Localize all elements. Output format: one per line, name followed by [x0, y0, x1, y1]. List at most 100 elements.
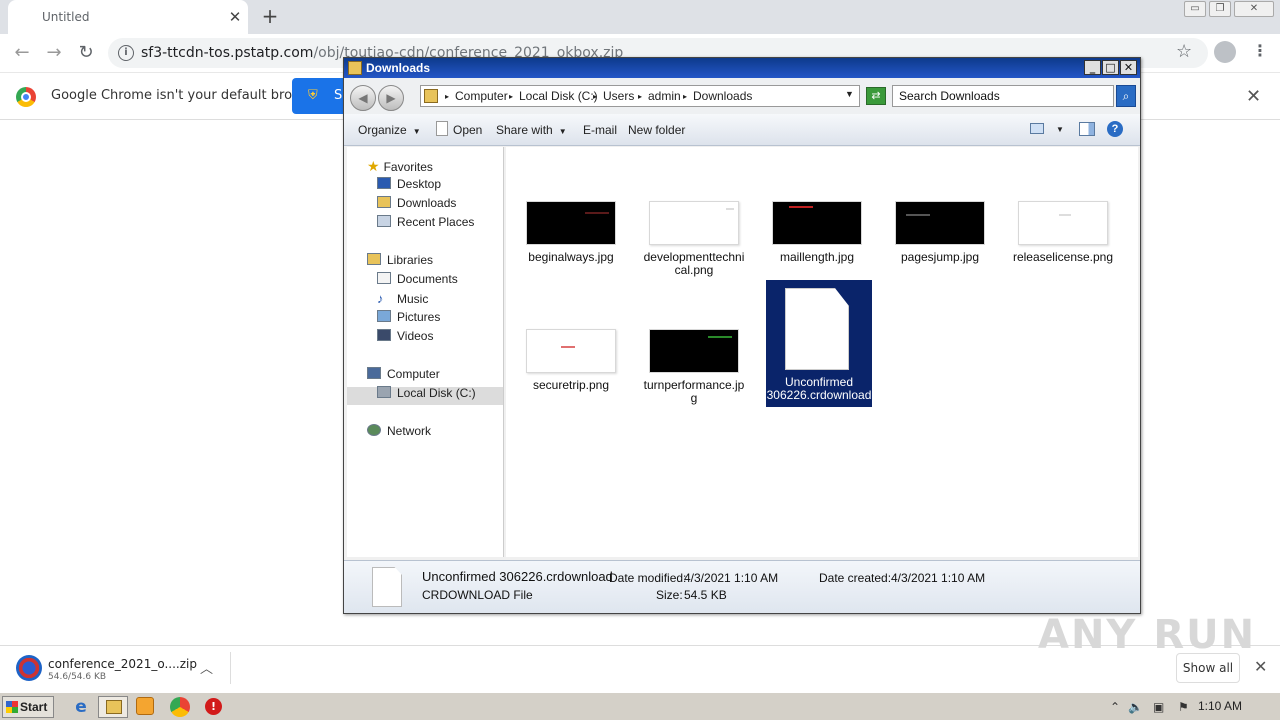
share-with-button[interactable]: Share with ▼	[496, 123, 567, 137]
help-icon[interactable]: ?	[1107, 121, 1123, 137]
nav-music[interactable]: ♪ Music	[377, 291, 428, 306]
menu-icon[interactable]: ⋮	[1252, 41, 1268, 60]
media-player-icon[interactable]	[136, 697, 154, 715]
chevron-right-icon[interactable]: ▸	[509, 92, 513, 101]
file-name: developmenttechni cal.png	[643, 250, 745, 277]
chevron-down-icon[interactable]: ▼	[845, 89, 854, 99]
nav-libraries[interactable]: Libraries	[367, 253, 433, 267]
file-item[interactable]: turnperformance.jp g	[642, 329, 746, 405]
nav-local-disk[interactable]: Local Disk (C:)	[377, 386, 476, 400]
pictures-icon	[377, 310, 391, 322]
site-info-icon[interactable]: i	[118, 45, 134, 61]
chevron-right-icon[interactable]: ▸	[445, 92, 449, 101]
refresh-icon[interactable]: ⇄	[866, 87, 886, 105]
volume-icon[interactable]: 🔈	[1128, 700, 1143, 714]
breadcrumb[interactable]: ▸ Computer ▸ Local Disk (C:) ▸ Users ▸ a…	[420, 85, 860, 107]
details-modified: 4/3/2021 1:10 AM	[684, 571, 779, 585]
close-button[interactable]: ✕	[1120, 60, 1137, 75]
file-item[interactable]: releaselicense.png	[1011, 201, 1115, 264]
start-button[interactable]: Start	[2, 696, 54, 718]
chevron-right-icon[interactable]: ▸	[638, 92, 642, 101]
file-item[interactable]: beginalways.jpg	[519, 201, 623, 264]
thumbnail-detail	[726, 208, 734, 210]
nav-computer[interactable]: Computer	[367, 367, 440, 381]
action-center-flag-icon[interactable]: ⚑	[1178, 700, 1189, 714]
preview-pane-icon[interactable]	[1079, 122, 1095, 136]
tray-expand-icon[interactable]: ⌃	[1110, 700, 1120, 714]
tab-untitled[interactable]: Untitled ✕	[8, 0, 248, 34]
chevron-right-icon[interactable]: ▸	[593, 92, 597, 101]
forward-icon[interactable]: →	[42, 41, 66, 65]
restore-button[interactable]: ❐	[1209, 1, 1231, 17]
download-item[interactable]: conference_2021_o....zip 54.6/54.6 KB ︿	[8, 646, 223, 690]
minimize-button[interactable]: _	[1084, 60, 1101, 75]
computer-icon	[367, 367, 381, 379]
nav-favorites[interactable]: ★ Favorites	[367, 158, 433, 175]
taskbar-explorer-button[interactable]	[98, 696, 128, 718]
breadcrumb-local-disk[interactable]: Local Disk (C:)	[519, 89, 598, 103]
chrome-taskbar-icon[interactable]	[170, 697, 190, 717]
file-list: beginalways.jpg developmenttechni cal.png…	[506, 147, 1138, 557]
new-folder-button[interactable]: New folder	[628, 123, 685, 137]
file-item[interactable]: securetrip.png	[519, 329, 623, 392]
organize-button[interactable]: Organize ▼	[358, 123, 421, 137]
breadcrumb-downloads[interactable]: Downloads	[693, 89, 752, 103]
breadcrumb-computer[interactable]: Computer	[455, 89, 508, 103]
antivirus-icon[interactable]: !	[205, 698, 222, 715]
maximize-button[interactable]: □	[1102, 60, 1119, 75]
back-icon[interactable]: ←	[10, 41, 34, 65]
file-item[interactable]: maillength.jpg	[765, 201, 869, 264]
nav-recent-places[interactable]: Recent Places	[377, 215, 474, 229]
file-name: pagesjump.jpg	[900, 250, 980, 264]
chevron-right-icon[interactable]: ▸	[683, 92, 687, 101]
watermark: ANY RUN	[1038, 612, 1257, 658]
breadcrumb-admin[interactable]: admin	[648, 89, 681, 103]
file-item[interactable]: pagesjump.jpg	[888, 201, 992, 264]
chrome-logo-icon	[16, 87, 36, 107]
image-thumbnail	[526, 201, 616, 245]
clock[interactable]: 1:10 AM	[1198, 699, 1242, 713]
nav-label: Downloads	[397, 196, 457, 210]
network-icon	[367, 424, 381, 436]
download-shelf-close-icon[interactable]: ✕	[1254, 657, 1267, 676]
nav-network[interactable]: Network	[367, 424, 431, 438]
change-view-icon[interactable]	[1030, 123, 1044, 134]
open-button[interactable]: Open	[453, 123, 482, 137]
image-thumbnail	[649, 201, 739, 245]
chevron-up-icon[interactable]: ︿	[200, 658, 213, 677]
libraries-icon	[367, 253, 381, 265]
nav-desktop[interactable]: Desktop	[377, 177, 441, 191]
new-tab-button[interactable]: +	[258, 5, 282, 29]
email-button[interactable]: E-mail	[583, 123, 617, 137]
file-item[interactable]: developmenttechni cal.png	[642, 201, 746, 277]
network-tray-icon[interactable]: ▣	[1153, 700, 1164, 714]
minimize-button[interactable]: ▭	[1184, 1, 1206, 17]
profile-avatar[interactable]	[1214, 41, 1236, 63]
nav-downloads[interactable]: Downloads	[377, 196, 456, 210]
file-item-selected[interactable]: Unconfirmed 306226.crdownload	[766, 280, 872, 407]
forward-icon[interactable]: ▶	[378, 85, 404, 111]
archive-file-icon	[16, 655, 42, 681]
command-bar: Organize ▼ Open Share with ▼ E-mail New fo…	[344, 114, 1140, 146]
close-window-button[interactable]: ✕	[1234, 1, 1274, 17]
internet-explorer-icon[interactable]: e	[70, 697, 92, 717]
reload-icon[interactable]: ↻	[74, 41, 98, 65]
explorer-titlebar[interactable]: Downloads _ □ ✕	[344, 58, 1140, 78]
details-modified-label: Date modified:	[609, 571, 687, 585]
nav-documents[interactable]: Documents	[377, 272, 458, 286]
search-icon[interactable]: ⌕	[1116, 85, 1136, 107]
back-icon[interactable]: ◀	[350, 85, 376, 111]
tab-title: Untitled	[42, 10, 90, 24]
search-input[interactable]: Search Downloads	[892, 85, 1114, 107]
nav-videos[interactable]: Videos	[377, 329, 433, 343]
tab-close-icon[interactable]: ✕	[225, 7, 245, 27]
nav-pictures[interactable]: Pictures	[377, 310, 440, 324]
documents-icon	[377, 272, 391, 284]
infobar-close-icon[interactable]: ✕	[1246, 86, 1261, 107]
nav-label: Favorites	[383, 160, 433, 174]
details-filename: Unconfirmed 306226.crdownload	[422, 569, 613, 584]
bookmark-star-icon[interactable]: ☆	[1176, 41, 1192, 62]
caret-down-icon[interactable]: ▼	[1056, 125, 1064, 134]
details-pane: Unconfirmed 306226.crdownload CRDOWNLOAD…	[344, 560, 1140, 613]
breadcrumb-users[interactable]: Users	[603, 89, 634, 103]
